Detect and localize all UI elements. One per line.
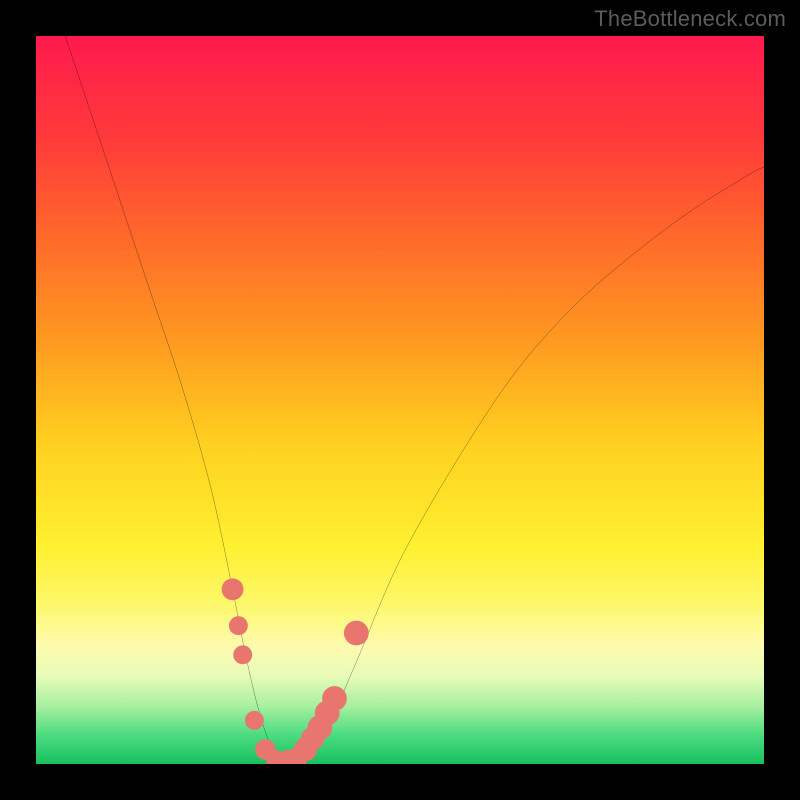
data-marker (245, 711, 264, 730)
data-marker (222, 578, 244, 600)
curve-svg (36, 36, 764, 764)
bottleneck-curve (65, 36, 764, 764)
data-marker (322, 686, 347, 711)
data-markers (222, 578, 369, 764)
plot-area (36, 36, 764, 764)
data-marker (233, 645, 252, 664)
data-marker (344, 621, 369, 646)
data-marker (229, 616, 248, 635)
attribution-text: TheBottleneck.com (594, 6, 786, 32)
chart-frame: TheBottleneck.com (0, 0, 800, 800)
